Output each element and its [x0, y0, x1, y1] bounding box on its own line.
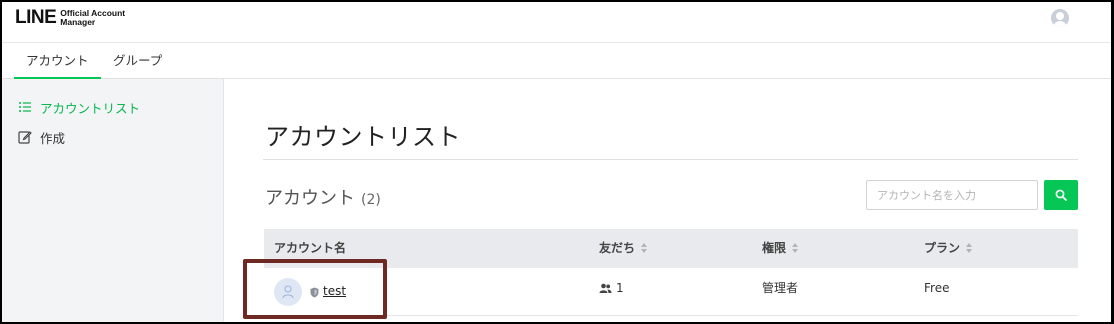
account-count: (2)	[361, 192, 381, 208]
page-title: アカウントリスト	[265, 123, 461, 151]
sidebar: アカウントリスト 作成	[2, 79, 224, 322]
sidebar-item-label: 作成	[40, 130, 66, 146]
tab-group[interactable]: グループ	[101, 43, 174, 79]
edit-icon	[18, 131, 32, 144]
sidebar-item-label: アカウントリスト	[40, 100, 141, 116]
logo-wordmark: LINE	[15, 7, 57, 28]
sort-icon[interactable]	[966, 243, 973, 254]
section-title: アカウント (2)	[265, 184, 381, 210]
role-cell: 管理者	[762, 281, 799, 295]
sidebar-item-account-list[interactable]: アカウントリスト	[18, 97, 140, 117]
tab-account[interactable]: アカウント	[14, 43, 101, 79]
sidebar-item-create[interactable]: 作成	[18, 127, 65, 147]
title-divider	[263, 159, 1078, 160]
column-header-label: 権限	[762, 241, 787, 255]
highlight-box	[243, 259, 387, 319]
column-header-friends[interactable]: 友だち	[599, 229, 648, 268]
top-tabs: アカウント グループ	[2, 42, 1111, 79]
friends-cell: 1	[599, 268, 624, 308]
app-window: LINE Official Account Manager アカウント グループ…	[0, 0, 1114, 324]
column-header-label: 友だち	[599, 241, 636, 255]
friends-icon	[599, 283, 612, 293]
logo-subtitle-line2: Manager	[60, 17, 96, 27]
plan-cell: Free	[924, 281, 950, 295]
column-header-plan[interactable]: プラン	[924, 229, 973, 268]
search-button[interactable]	[1044, 180, 1078, 210]
sort-icon[interactable]	[641, 243, 648, 254]
logo-subtitle: Official Account Manager	[60, 9, 125, 27]
account-search-input[interactable]	[866, 180, 1038, 210]
user-avatar-icon[interactable]	[1051, 9, 1069, 27]
friends-count: 1	[616, 281, 624, 295]
column-header-role[interactable]: 権限	[762, 229, 799, 268]
top-bar: LINE Official Account Manager	[2, 2, 1111, 42]
list-icon	[19, 102, 31, 112]
column-header-label: プラン	[924, 241, 961, 255]
section-title-text: アカウント	[265, 188, 355, 209]
line-oa-manager-logo[interactable]: LINE Official Account Manager	[15, 8, 125, 28]
sort-icon[interactable]	[792, 243, 799, 254]
search-icon	[1055, 189, 1067, 201]
